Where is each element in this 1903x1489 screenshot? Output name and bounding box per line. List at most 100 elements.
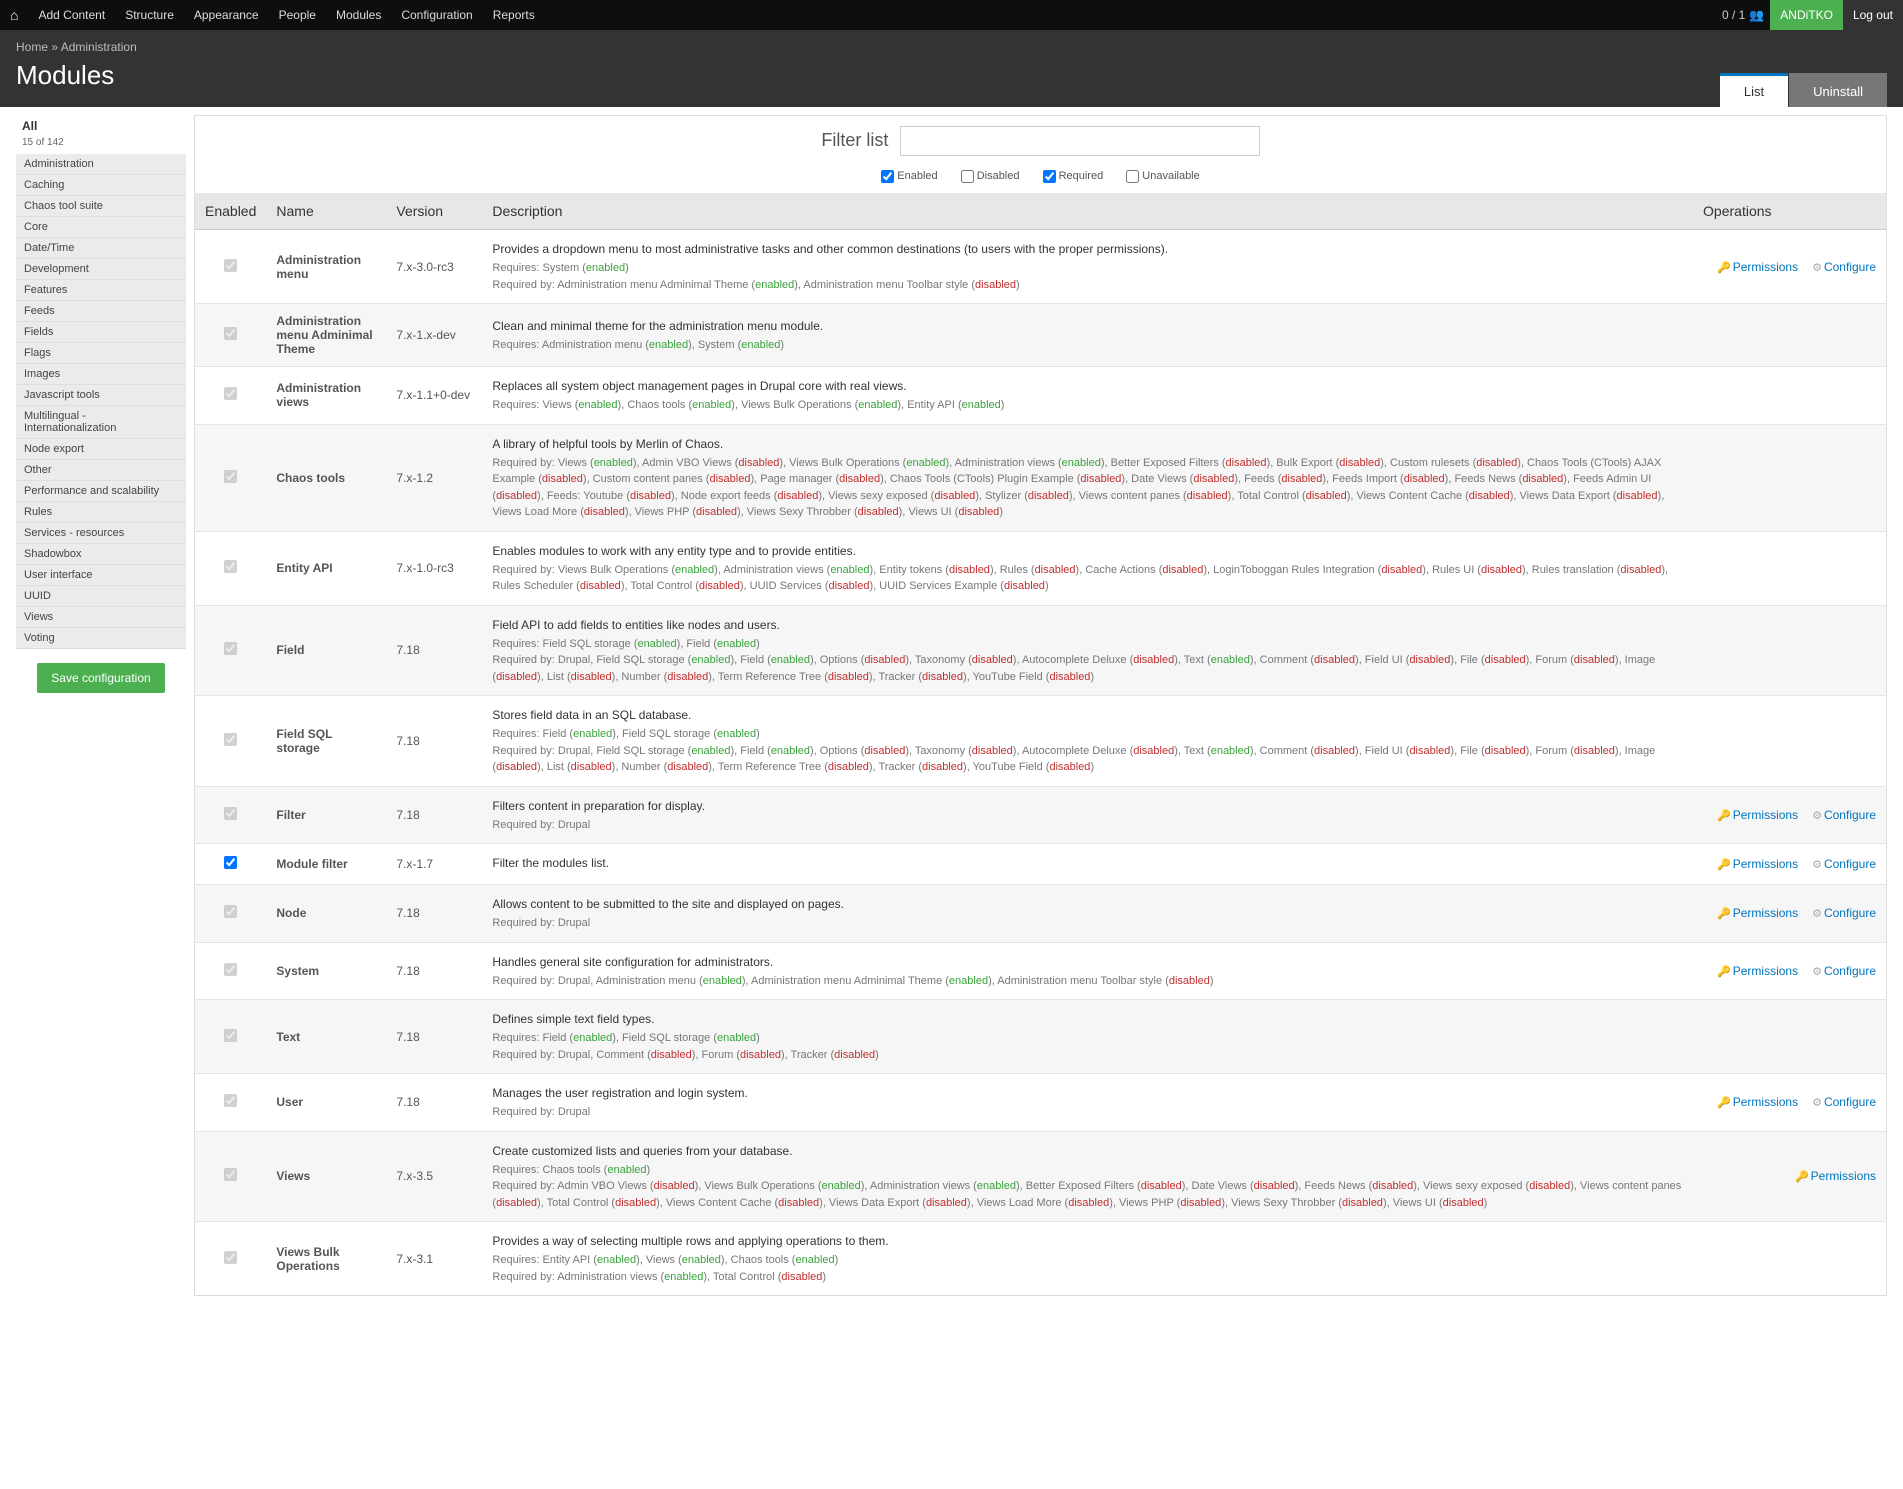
configure-link[interactable]: ⚙Configure (1812, 1095, 1876, 1109)
module-operations (1693, 605, 1886, 696)
sidebar-item[interactable]: Javascript tools (16, 385, 186, 406)
toolbar-item[interactable]: Modules (326, 0, 391, 30)
module-description: Enables modules to work with any entity … (482, 531, 1693, 605)
filter-enabled-checkbox[interactable]: Enabled (881, 170, 937, 182)
module-enabled-checkbox[interactable] (224, 856, 237, 869)
module-dependency-line: Requires: System (enabled) (492, 260, 1683, 277)
permissions-link[interactable]: 🔑Permissions (1717, 857, 1798, 871)
key-icon: 🔑 (1717, 859, 1731, 871)
module-dependency-line: Required by: Drupal (492, 915, 1683, 932)
sidebar-item[interactable]: User interface (16, 565, 186, 586)
sidebar-item[interactable]: Date/Time (16, 238, 186, 259)
configure-link[interactable]: ⚙Configure (1812, 906, 1876, 920)
sidebar-item[interactable]: Rules (16, 502, 186, 523)
toolbar-item[interactable]: Appearance (184, 0, 269, 30)
module-operations: 🔑Permissions ⚙Configure (1693, 885, 1886, 943)
table-row: Chaos tools7.x-1.2A library of helpful t… (195, 424, 1886, 531)
sidebar-item[interactable]: UUID (16, 586, 186, 607)
module-enabled-checkbox (224, 1094, 237, 1107)
module-version: 7.18 (386, 1000, 482, 1074)
module-description: Replaces all system object management pa… (482, 367, 1693, 425)
logout-button[interactable]: Log out (1843, 0, 1903, 30)
sidebar-item[interactable]: Development (16, 259, 186, 280)
module-enabled-checkbox (224, 470, 237, 483)
sidebar-item[interactable]: Administration (16, 154, 186, 175)
gear-icon: ⚙ (1812, 908, 1822, 920)
module-operations (1693, 304, 1886, 367)
permissions-link[interactable]: 🔑Permissions (1717, 906, 1798, 920)
breadcrumb-admin[interactable]: Administration (61, 40, 137, 54)
module-name: User (266, 1074, 386, 1132)
tab-uninstall[interactable]: Uninstall (1789, 73, 1887, 107)
module-name: Field (266, 605, 386, 696)
toolbar-item[interactable]: People (269, 0, 326, 30)
key-icon: 🔑 (1717, 908, 1731, 920)
table-row: Administration menu Adminimal Theme7.x-1… (195, 304, 1886, 367)
toolbar-item[interactable]: Configuration (391, 0, 482, 30)
permissions-link[interactable]: 🔑Permissions (1717, 808, 1798, 822)
module-name: Filter (266, 786, 386, 844)
sidebar-item[interactable]: Fields (16, 322, 186, 343)
configure-link[interactable]: ⚙Configure (1812, 808, 1876, 822)
module-enabled-checkbox (224, 1251, 237, 1264)
table-row: Administration views7.x-1.1+0-devReplace… (195, 367, 1886, 425)
module-version: 7.18 (386, 885, 482, 943)
module-description: Provides a way of selecting multiple row… (482, 1222, 1693, 1296)
module-description: Clean and minimal theme for the administ… (482, 304, 1693, 367)
module-enabled-checkbox (224, 963, 237, 976)
sidebar-item[interactable]: Flags (16, 343, 186, 364)
filter-unavailable-checkbox[interactable]: Unavailable (1126, 170, 1199, 182)
sidebar-item[interactable]: Services - resources (16, 523, 186, 544)
toolbar-item[interactable]: Reports (483, 0, 545, 30)
filter-input[interactable] (900, 126, 1260, 156)
save-configuration-button[interactable]: Save configuration (37, 663, 164, 693)
permissions-link[interactable]: 🔑Permissions (1717, 260, 1798, 274)
toolbar-item[interactable]: Add Content (28, 0, 115, 30)
configure-link[interactable]: ⚙Configure (1812, 260, 1876, 274)
sidebar-item[interactable]: Other (16, 460, 186, 481)
permissions-link[interactable]: 🔑Permissions (1717, 1095, 1798, 1109)
table-row: Entity API7.x-1.0-rc3Enables modules to … (195, 531, 1886, 605)
sidebar-item[interactable]: Views (16, 607, 186, 628)
module-version: 7.x-3.0-rc3 (386, 230, 482, 304)
toolbar-item[interactable]: Structure (115, 0, 184, 30)
tab-list[interactable]: List (1720, 73, 1788, 107)
module-dependency-line: Requires: Entity API (enabled), Views (e… (492, 1252, 1683, 1269)
module-version: 7.x-1.x-dev (386, 304, 482, 367)
sidebar-item[interactable]: Features (16, 280, 186, 301)
sidebar-item[interactable]: Chaos tool suite (16, 196, 186, 217)
sidebar-item[interactable]: Caching (16, 175, 186, 196)
sidebar-item[interactable]: Multilingual - Internationalization (16, 406, 186, 439)
module-description: Defines simple text field types.Requires… (482, 1000, 1693, 1074)
permissions-link[interactable]: 🔑Permissions (1717, 964, 1798, 978)
gear-icon: ⚙ (1812, 1097, 1822, 1109)
sidebar-item[interactable]: Voting (16, 628, 186, 649)
sidebar-item[interactable]: Shadowbox (16, 544, 186, 565)
module-dependency-line: Required by: Views Bulk Operations (enab… (492, 562, 1683, 595)
sidebar-all[interactable]: All (16, 115, 186, 137)
module-name: Views Bulk Operations (266, 1222, 386, 1296)
configure-link[interactable]: ⚙Configure (1812, 857, 1876, 871)
sidebar-item[interactable]: Node export (16, 439, 186, 460)
breadcrumb-home[interactable]: Home (16, 40, 48, 54)
module-dependency-line: Requires: Administration menu (enabled),… (492, 337, 1683, 354)
user-button[interactable]: ANDiTKO (1770, 0, 1843, 30)
permissions-link[interactable]: 🔑Permissions (1795, 1169, 1876, 1183)
filter-label: Filter list (821, 130, 888, 150)
module-operations (1693, 696, 1886, 787)
sidebar-item[interactable]: Images (16, 364, 186, 385)
configure-link[interactable]: ⚙Configure (1812, 964, 1876, 978)
module-enabled-checkbox (224, 905, 237, 918)
home-icon[interactable]: ⌂ (0, 7, 28, 23)
filter-disabled-checkbox[interactable]: Disabled (961, 170, 1020, 182)
sidebar-item[interactable]: Feeds (16, 301, 186, 322)
module-version: 7.x-1.7 (386, 844, 482, 885)
module-name: Field SQL storage (266, 696, 386, 787)
filter-required-checkbox[interactable]: Required (1043, 170, 1104, 182)
module-description: Field API to add fields to entities like… (482, 605, 1693, 696)
table-row: Field SQL storage7.18Stores field data i… (195, 696, 1886, 787)
module-dependency-line: Required by: Drupal, Field SQL storage (… (492, 743, 1683, 776)
key-icon: 🔑 (1717, 262, 1731, 274)
sidebar-item[interactable]: Performance and scalability (16, 481, 186, 502)
sidebar-item[interactable]: Core (16, 217, 186, 238)
